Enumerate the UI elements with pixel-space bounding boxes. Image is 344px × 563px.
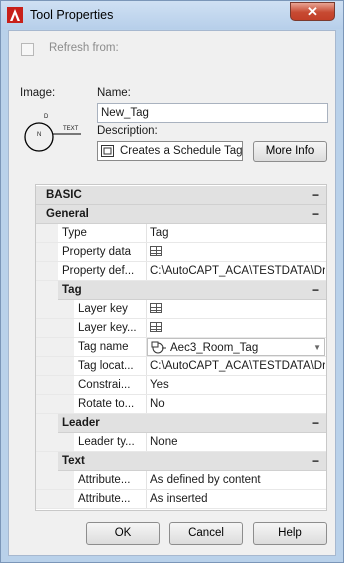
property-row-layer-key-overrides[interactable]: Layer key... [36,319,326,338]
property-name: Type [58,224,147,242]
category-basic-label: BASIC [46,189,82,201]
category-leader[interactable]: Leader − [58,414,326,433]
property-row-attribute-1[interactable]: Attribute... As defined by content [36,471,326,490]
tag-name-value: Aec3_Room_Tag [170,342,259,354]
table-icon[interactable] [150,302,162,313]
property-grid: BASIC − General − Type Tag Property data… [35,184,327,511]
cancel-button[interactable]: Cancel [169,522,243,545]
category-text-label: Text [62,455,85,467]
property-value: As defined by content [150,474,261,486]
close-button[interactable]: ✕ [290,2,335,21]
property-value: Tag [150,227,169,239]
category-tag[interactable]: Tag − [58,281,326,300]
ok-button[interactable]: OK [86,522,160,545]
property-row-layer-key[interactable]: Layer key [36,300,326,319]
collapse-icon[interactable]: − [312,281,319,299]
property-name: Property def... [58,262,147,280]
property-value: C:\AutoCAPT_ACA\TESTDATA\Dr... [150,265,325,277]
autocad-app-icon [7,7,23,23]
property-value: No [150,398,165,410]
property-row-tag-location[interactable]: Tag locat... C:\AutoCAPT_ACA\TESTDATA\Dr… [36,357,326,376]
property-name: Leader ty... [74,433,147,451]
category-leader-label: Leader [62,417,100,429]
description-field-value: Creates a Schedule Tag [120,145,243,157]
schedule-tag-icon [101,145,114,157]
property-row-type[interactable]: Type Tag [36,224,326,243]
refresh-from-checkbox[interactable] [21,43,34,56]
chevron-down-icon[interactable]: ▼ [313,339,321,357]
tool-properties-window: Tool Properties ✕ Refresh from: Image: D… [0,0,344,563]
property-row-property-data[interactable]: Property data [36,243,326,262]
category-general-label: General [46,208,89,220]
name-field[interactable]: New_Tag [97,103,328,123]
property-name: Rotate to... [74,395,147,413]
collapse-icon[interactable]: − [312,414,319,432]
name-field-value: New_Tag [101,107,149,119]
preview-tag-number: N [37,132,42,138]
description-label: Description: [97,125,158,137]
table-icon[interactable] [150,245,162,256]
refresh-from-label: Refresh from: [49,42,119,54]
tag-style-icon [151,341,166,354]
property-row-constrain[interactable]: Constrai... Yes [36,376,326,395]
more-info-button[interactable]: More Info [253,141,327,162]
category-tag-label: Tag [62,284,82,296]
property-row-property-def[interactable]: Property def... C:\AutoCAPT_ACA\TESTDATA… [36,262,326,281]
image-label: Image: [20,87,56,99]
property-name: Layer key [74,300,147,318]
property-name: Attribute... [74,471,147,489]
property-name: Layer key... [74,319,147,337]
property-value: Yes [150,379,169,391]
window-title: Tool Properties [30,8,114,22]
property-row-tag-name[interactable]: Tag name Aec3_Room_Tag ▼ [36,338,326,357]
property-name: Constrai... [74,376,147,394]
category-text[interactable]: Text − [58,452,326,471]
property-name: Attribute... [74,490,147,508]
preview-text: TEXT [63,126,79,132]
property-row-leader-type[interactable]: Leader ty... None [36,433,326,452]
name-label: Name: [97,87,131,99]
description-field[interactable]: Creates a Schedule Tag [97,141,243,161]
preview-tag-top: D [44,114,49,120]
title-bar[interactable]: Tool Properties ✕ [1,1,343,29]
collapse-icon[interactable]: − [312,205,319,223]
category-general[interactable]: General − [36,205,326,224]
property-name: Tag locat... [74,357,147,375]
property-value: C:\AutoCAPT_ACA\TESTDATA\Dr... [150,360,325,372]
collapse-icon[interactable]: − [312,452,319,470]
table-icon[interactable] [150,321,162,332]
collapse-icon[interactable]: − [312,186,319,204]
close-icon: ✕ [307,4,318,19]
dialog-client-area: Refresh from: Image: D N TEXT Name: New_… [8,30,336,556]
property-row-rotate[interactable]: Rotate to... No [36,395,326,414]
property-name: Tag name [74,338,147,356]
category-basic[interactable]: BASIC − [36,186,326,205]
property-value: None [150,436,178,448]
help-button[interactable]: Help [253,522,327,545]
property-row-attribute-2[interactable]: Attribute... As inserted [36,490,326,509]
tag-preview-graphic [24,122,81,152]
tool-image-preview[interactable]: D N TEXT [19,112,91,156]
property-name: Property data [58,243,147,261]
property-value: As inserted [150,493,208,505]
tag-name-dropdown[interactable]: Aec3_Room_Tag ▼ [147,338,325,356]
